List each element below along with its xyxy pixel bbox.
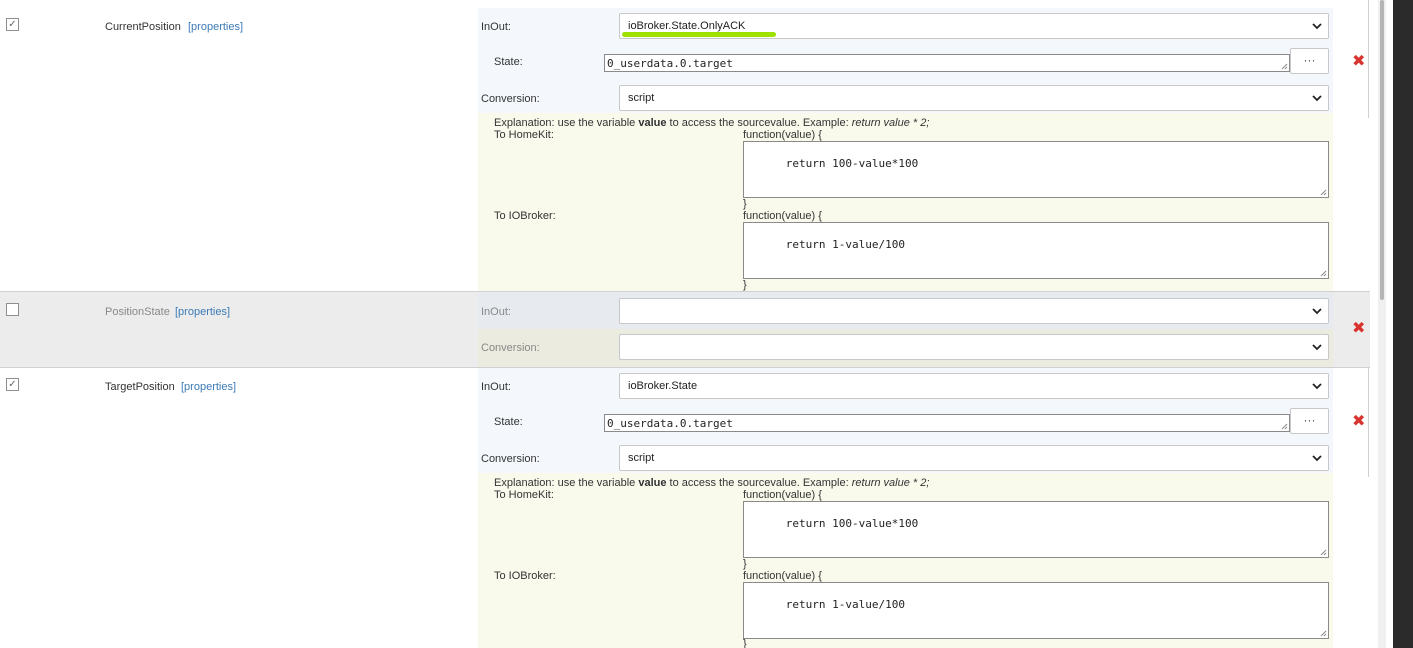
to-iobroker-code-text: return 1-value/100	[785, 238, 905, 251]
enable-checkbox[interactable]: ✓	[6, 378, 19, 391]
resize-grip-icon[interactable]	[1320, 270, 1327, 277]
explanation-text: to access the sourcevalue. Example:	[666, 477, 852, 489]
state-input-value: 0_userdata.0.target	[607, 57, 733, 70]
properties-link[interactable]: [properties]	[175, 306, 230, 318]
state-label: State:	[494, 416, 523, 428]
properties-link[interactable]: [properties]	[188, 21, 243, 33]
explanation-text: to access the sourcevalue. Example:	[666, 117, 852, 129]
function-open: function(value) {	[743, 489, 822, 501]
function-open: function(value) {	[743, 570, 822, 582]
explanation-text: Explanation: use the variable	[494, 117, 639, 129]
to-homekit-label: To HomeKit:	[494, 129, 554, 141]
explanation-text: Explanation: use the variable	[494, 477, 639, 489]
resize-grip-icon[interactable]	[1281, 423, 1288, 430]
chevron-down-icon	[1312, 383, 1322, 390]
inout-select[interactable]: ioBroker.State	[619, 373, 1329, 399]
chevron-down-icon	[1312, 23, 1322, 30]
inout-select-value: ioBroker.State	[628, 380, 698, 392]
state-input[interactable]: 0_userdata.0.target	[604, 54, 1290, 72]
browse-state-button[interactable]: ···	[1290, 48, 1329, 74]
to-iobroker-label: To IOBroker:	[494, 210, 556, 222]
resize-grip-icon[interactable]	[1320, 630, 1327, 637]
inout-select-value: ioBroker.State.OnlyACK	[628, 20, 746, 32]
conversion-label: Conversion:	[481, 453, 540, 465]
conversion-label: Conversion:	[481, 93, 540, 105]
conversion-explanation: Explanation: use the variable value to a…	[494, 477, 929, 489]
to-homekit-code[interactable]: return 100-value*100	[743, 501, 1329, 558]
characteristics-panel: ✓ CurrentPosition [properties] InOut: io…	[0, 0, 1393, 648]
state-input-value: 0_userdata.0.target	[607, 417, 733, 430]
state-input[interactable]: 0_userdata.0.target	[604, 414, 1290, 432]
to-iobroker-label: To IOBroker:	[494, 570, 556, 582]
function-close: }	[743, 558, 747, 570]
resize-grip-icon[interactable]	[1320, 189, 1327, 196]
to-iobroker-code[interactable]: return 1-value/100	[743, 222, 1329, 279]
delete-icon[interactable]: ✖	[1352, 54, 1365, 70]
characteristic-name: PositionState	[105, 306, 170, 318]
delete-icon[interactable]: ✖	[1352, 414, 1365, 430]
chevron-down-icon	[1312, 344, 1322, 351]
characteristic-name: CurrentPosition	[105, 21, 181, 33]
function-close: }	[743, 279, 747, 291]
function-close: }	[743, 638, 747, 648]
resize-grip-icon[interactable]	[1281, 63, 1288, 70]
conversion-select[interactable]	[619, 334, 1329, 360]
enable-checkbox[interactable]: ✓	[6, 18, 19, 31]
to-iobroker-code-text: return 1-value/100	[785, 598, 905, 611]
characteristic-row-position-state: PositionState [properties] InOut: ✖ Conv…	[0, 291, 1370, 367]
function-open: function(value) {	[743, 129, 822, 141]
column-divider	[1368, 367, 1369, 477]
column-divider	[1368, 0, 1369, 118]
to-homekit-code-text: return 100-value*100	[785, 157, 919, 170]
conversion-select-value: script	[628, 92, 655, 104]
enable-checkbox[interactable]	[6, 303, 19, 316]
function-close: }	[743, 198, 747, 210]
explanation-variable: value	[638, 117, 667, 129]
chevron-down-icon	[1312, 95, 1322, 102]
state-label: State:	[494, 56, 523, 68]
conversion-select[interactable]: script	[619, 445, 1329, 471]
conversion-label: Conversion:	[481, 342, 540, 354]
resize-grip-icon[interactable]	[1320, 549, 1327, 556]
to-iobroker-code[interactable]: return 1-value/100	[743, 582, 1329, 639]
inout-label: InOut:	[481, 21, 511, 33]
chevron-down-icon	[1312, 455, 1322, 462]
explanation-example: return value * 2;	[851, 477, 930, 489]
chevron-down-icon	[1312, 308, 1322, 315]
scrollbar-thumb[interactable]	[1380, 0, 1384, 300]
explanation-variable: value	[638, 477, 667, 489]
conversion-select[interactable]: script	[619, 85, 1329, 111]
inout-label: InOut:	[481, 306, 511, 318]
row-divider	[0, 291, 1370, 292]
explanation-example: return value * 2;	[851, 117, 930, 129]
delete-icon[interactable]: ✖	[1352, 321, 1365, 337]
to-homekit-code[interactable]: return 100-value*100	[743, 141, 1329, 198]
inout-select[interactable]	[619, 298, 1329, 324]
conversion-explanation: Explanation: use the variable value to a…	[494, 117, 929, 129]
highlight-underline	[622, 32, 776, 37]
conversion-select-value: script	[628, 452, 655, 464]
browse-state-button[interactable]: ···	[1290, 408, 1329, 434]
inout-label: InOut:	[481, 381, 511, 393]
characteristic-name: TargetPosition	[105, 381, 175, 393]
to-homekit-code-text: return 100-value*100	[785, 517, 919, 530]
to-homekit-label: To HomeKit:	[494, 489, 554, 501]
properties-link[interactable]: [properties]	[181, 381, 236, 393]
function-open: function(value) {	[743, 210, 822, 222]
